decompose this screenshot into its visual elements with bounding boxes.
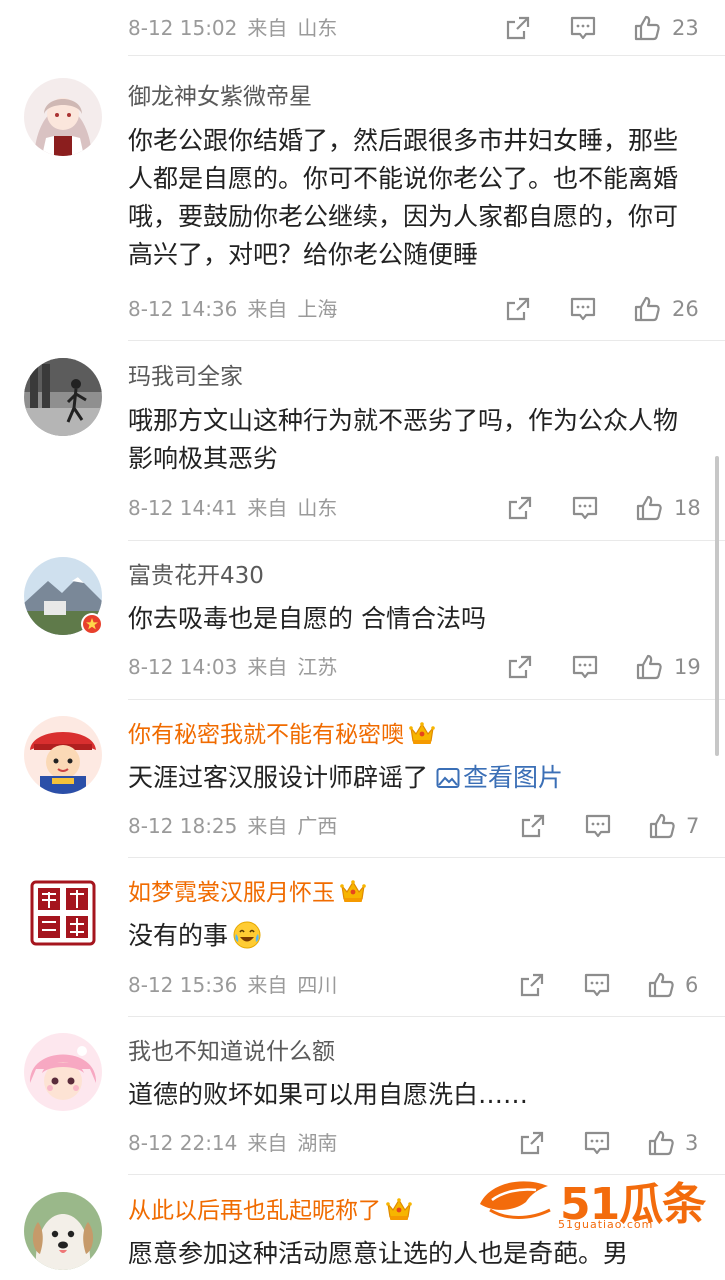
crown-icon: [385, 1196, 413, 1222]
watermark-logo: 51瓜条 51guatiao.com: [476, 1170, 706, 1240]
divider: [128, 55, 725, 56]
comment-meta: 8-12 22:14 来自 湖南: [128, 1131, 338, 1155]
like-count: 7: [686, 814, 700, 838]
comment-icon[interactable]: [571, 494, 599, 522]
like-icon[interactable]: [635, 653, 663, 681]
comment-icon[interactable]: [584, 812, 612, 840]
like-icon[interactable]: [647, 1129, 675, 1157]
comment-meta: 8-12 14:03 来自 江苏: [128, 655, 338, 679]
comment-meta: 8-12 14:41 来自 山东: [128, 496, 338, 520]
like-count: 26: [672, 297, 699, 321]
share-icon[interactable]: [504, 295, 532, 323]
like-icon[interactable]: [633, 295, 661, 323]
share-icon[interactable]: [518, 971, 546, 999]
avatar[interactable]: [24, 874, 102, 952]
avatar[interactable]: [24, 716, 102, 794]
watermark-fish-icon: [480, 1181, 551, 1219]
divider: [128, 699, 725, 700]
like-icon[interactable]: [647, 971, 675, 999]
divider: [128, 540, 725, 541]
comment-icon[interactable]: [571, 653, 599, 681]
comment-meta: 8-12 15:02 来自 山东: [128, 16, 338, 40]
comment-icon[interactable]: [569, 295, 597, 323]
username[interactable]: 玛我司全家: [128, 362, 243, 392]
comment-text: 愿意参加这种活动愿意让选的人也是奇葩。男: [128, 1239, 629, 1268]
comment-text: 你老公跟你结婚了，然后跟很多市井妇女睡，那些人都是自愿的。你可不能说你老公了。也…: [128, 126, 679, 269]
username[interactable]: 我也不知道说什么额: [128, 1037, 335, 1067]
view-image-link[interactable]: 查看图片: [436, 763, 563, 792]
laugh-cry-emoji: [233, 921, 261, 949]
comment-text: 哦那方文山这种行为就不恶劣了吗，作为公众人物影响极其恶劣: [128, 406, 679, 473]
avatar[interactable]: [24, 358, 102, 436]
comment-meta: 8-12 15:36 来自 四川: [128, 973, 338, 997]
username[interactable]: 富贵花开430: [128, 561, 264, 591]
like-count: 3: [685, 1131, 699, 1155]
avatar[interactable]: [24, 1192, 102, 1270]
like-count: 23: [672, 16, 699, 40]
scrollbar[interactable]: [715, 456, 719, 756]
like-count: 18: [674, 496, 701, 520]
comment-icon[interactable]: [583, 971, 611, 999]
divider: [128, 1016, 725, 1017]
comment-text: 没有的事: [128, 917, 688, 955]
image-icon: [436, 768, 460, 788]
comment-item: 8-12 15:02 来自 山东 23: [0, 0, 725, 40]
comment-meta: 8-12 14:36 来自 上海: [128, 297, 338, 321]
avatar[interactable]: [24, 1033, 102, 1111]
share-icon[interactable]: [504, 14, 532, 42]
comment-text: 天涯过客汉服设计师辟谣了 查看图片: [128, 763, 563, 792]
watermark-url: 51guatiao.com: [558, 1218, 654, 1231]
share-icon[interactable]: [506, 494, 534, 522]
username[interactable]: 你有秘密我就不能有秘密噢: [128, 720, 436, 750]
like-icon[interactable]: [633, 14, 661, 42]
like-count: 6: [685, 973, 699, 997]
share-icon[interactable]: [518, 1129, 546, 1157]
comment-meta: 8-12 18:25 来自 广西: [128, 814, 338, 838]
like-icon[interactable]: [635, 494, 663, 522]
share-icon[interactable]: [506, 653, 534, 681]
username[interactable]: 从此以后再也乱起昵称了: [128, 1196, 413, 1226]
crown-icon: [408, 720, 436, 746]
like-count: 19: [674, 655, 701, 679]
divider: [128, 340, 725, 341]
share-icon[interactable]: [519, 812, 547, 840]
verified-badge-icon: [81, 613, 103, 635]
comment-icon[interactable]: [583, 1129, 611, 1157]
username[interactable]: 御龙神女紫微帝星: [128, 82, 312, 112]
username[interactable]: 如梦霓裳汉服月怀玉: [128, 878, 367, 908]
crown-icon: [339, 878, 367, 904]
comment-text: 道德的败坏如果可以用自愿洗白……: [128, 1080, 529, 1109]
divider: [128, 857, 725, 858]
comment-text: 你去吸毒也是自愿的 合情合法吗: [128, 604, 486, 633]
comment-icon[interactable]: [569, 14, 597, 42]
avatar[interactable]: [24, 78, 102, 156]
like-icon[interactable]: [648, 812, 676, 840]
